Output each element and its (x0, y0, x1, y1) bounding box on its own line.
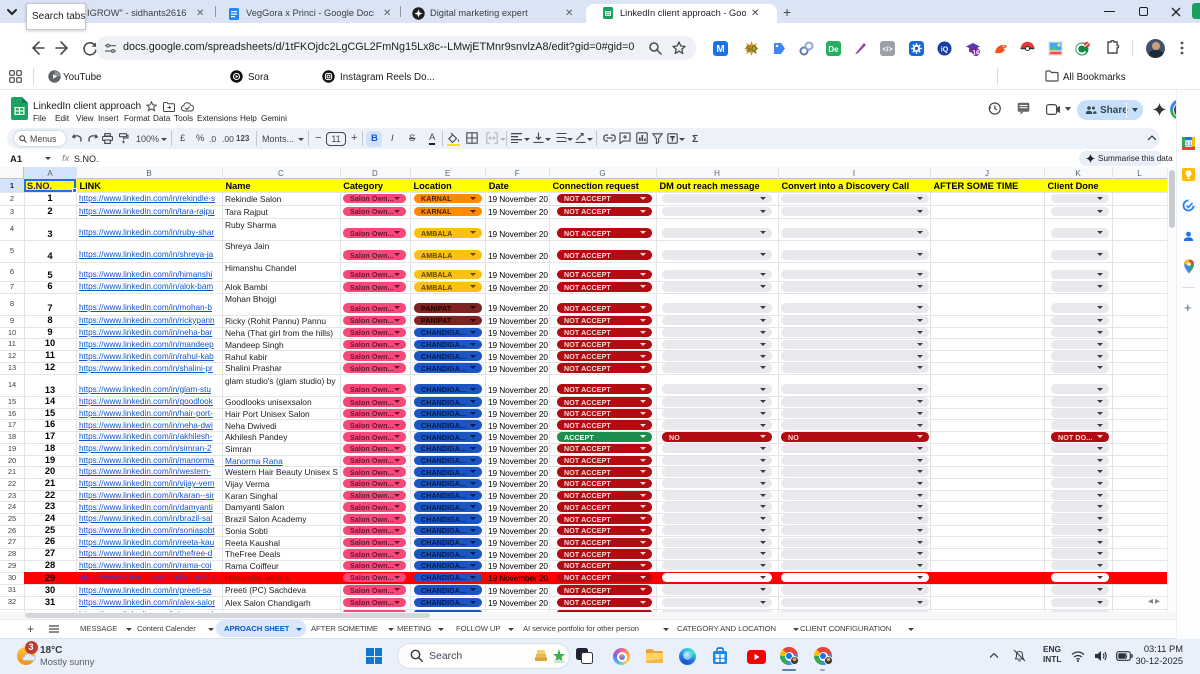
svg-text:31: 31 (1185, 142, 1192, 148)
svg-text:iQ: iQ (941, 47, 949, 54)
svg-text:De: De (828, 45, 839, 54)
svg-text:16: 16 (972, 50, 980, 57)
svg-text:SQ: SQ (746, 45, 758, 54)
svg-text:M: M (716, 44, 724, 55)
svg-text:</>: </> (882, 47, 892, 54)
